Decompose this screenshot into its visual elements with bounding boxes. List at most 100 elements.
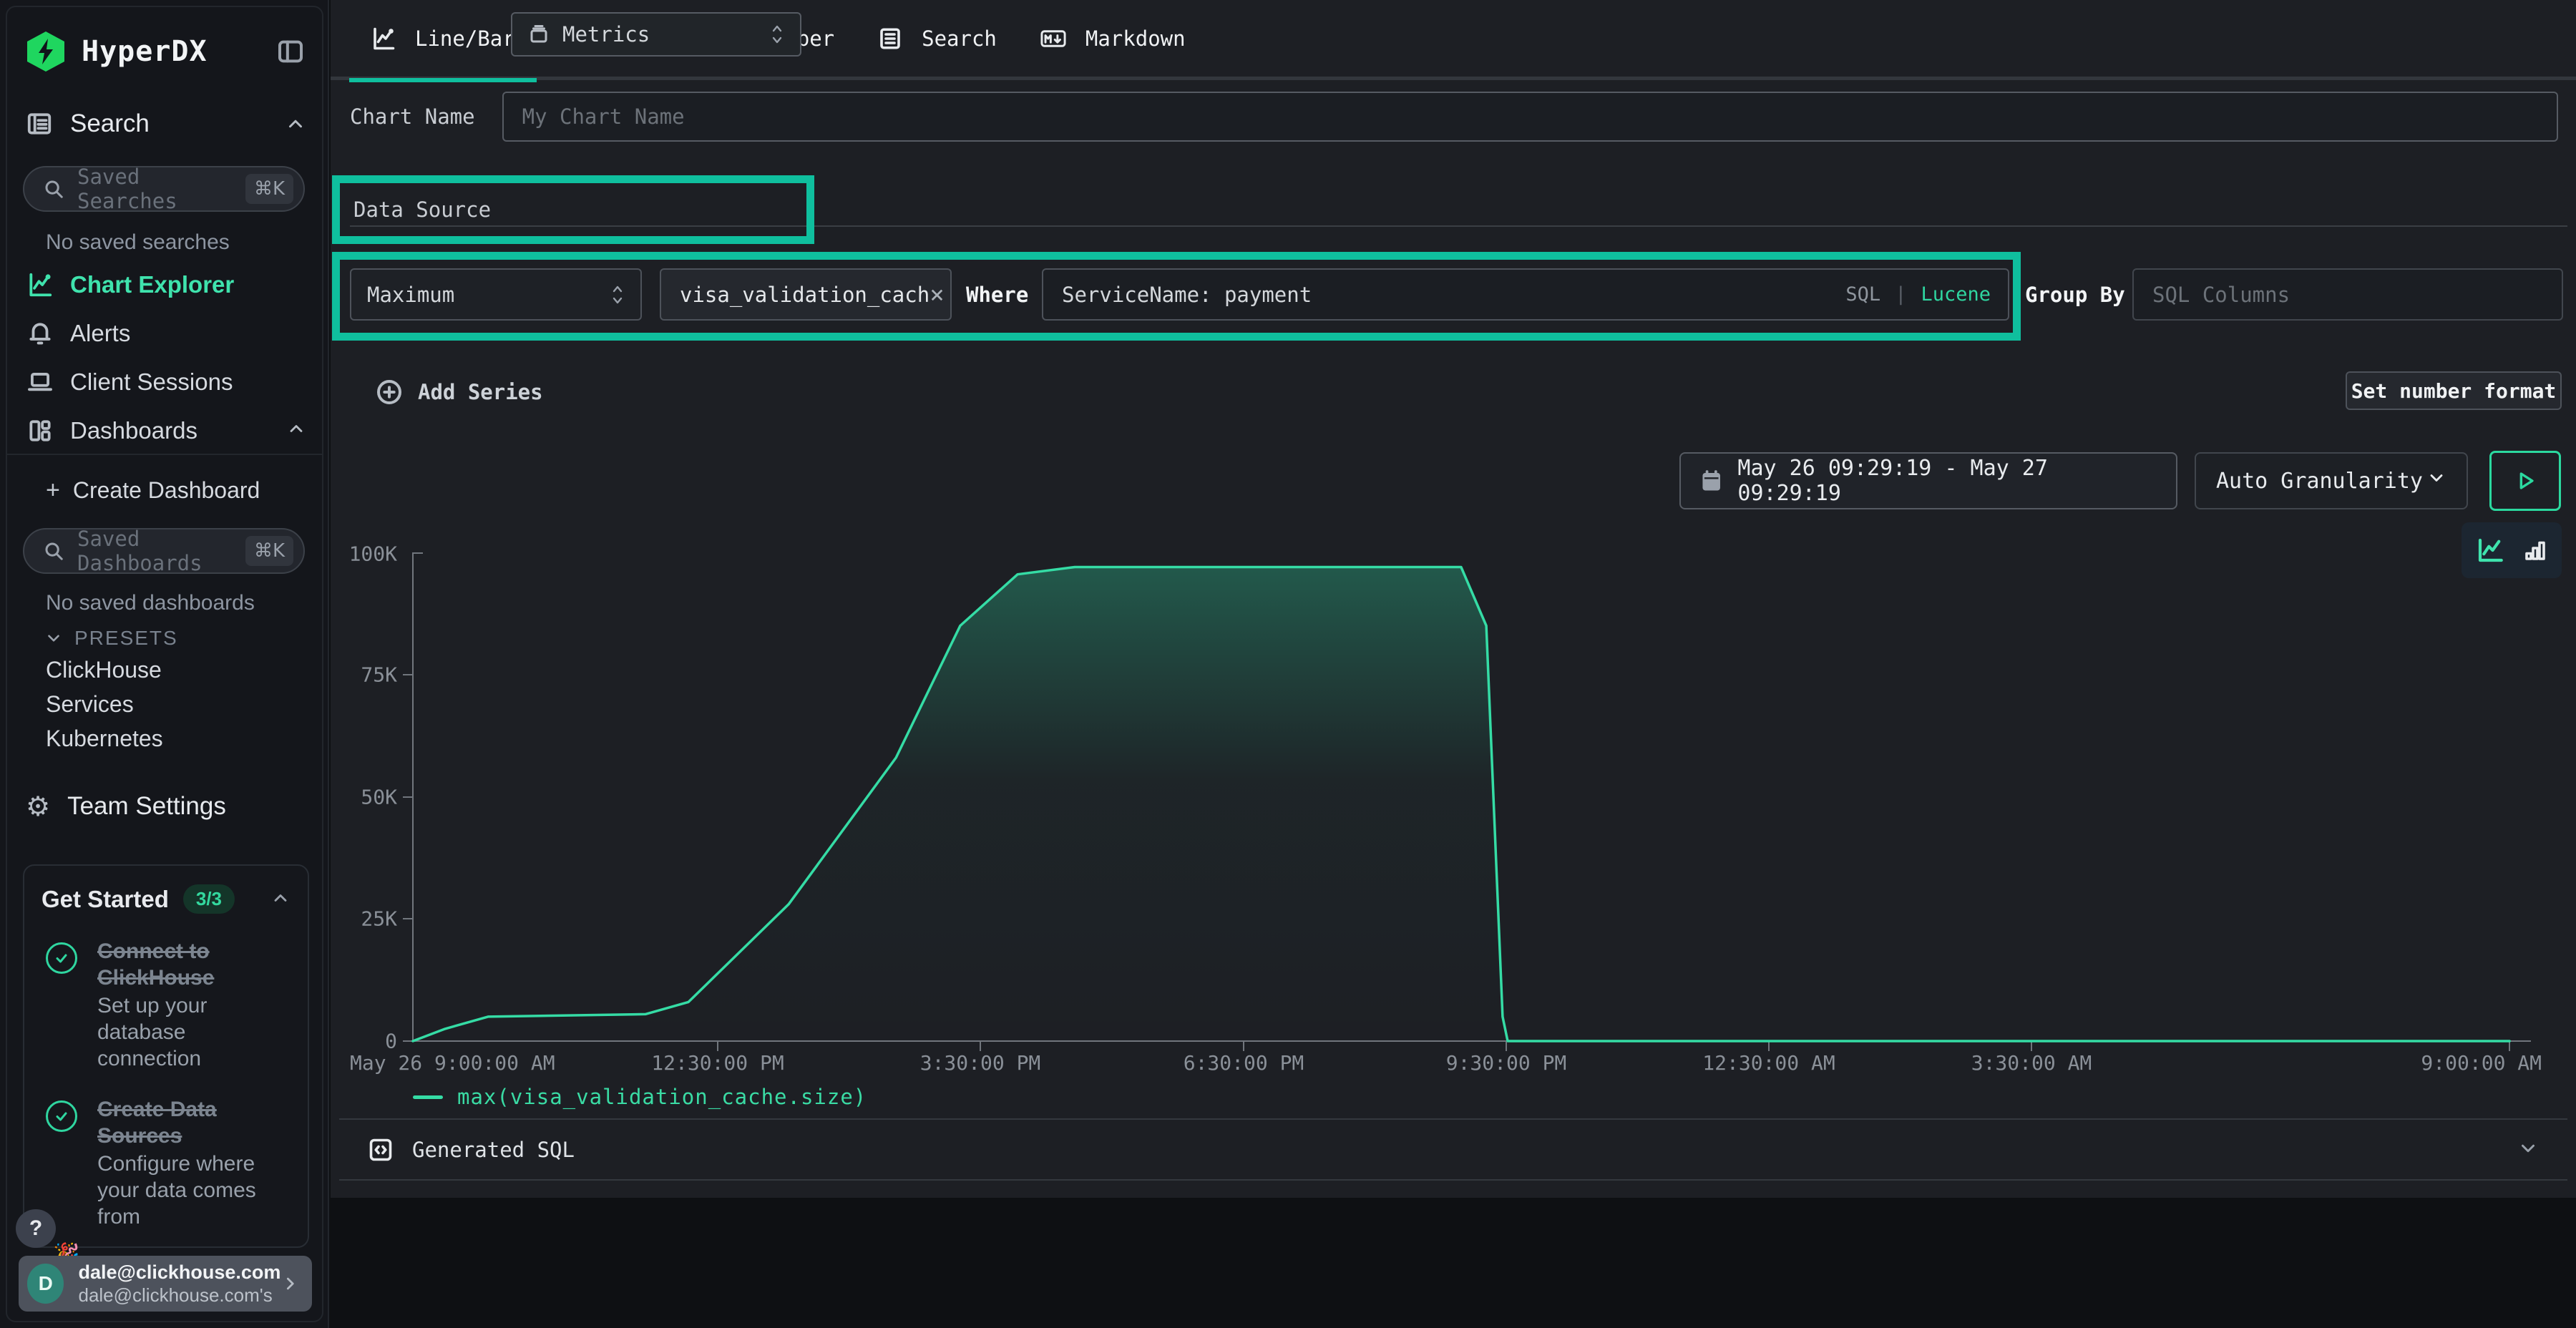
markdown-icon (1040, 25, 1067, 52)
where-label: Where (966, 268, 1028, 321)
toggle-divider: | (1895, 283, 1906, 306)
generated-sql-toggle[interactable]: Generated SQL (339, 1118, 2567, 1181)
get-started-item-connect[interactable]: Connect to ClickHouse Set up your databa… (42, 938, 291, 1072)
logo-row: HyperDX (26, 29, 306, 74)
search-section-label: Search (70, 109, 150, 138)
y-axis-tick: 75K (361, 663, 397, 687)
chevron-down-icon (2517, 1138, 2539, 1162)
check-circle-icon (46, 1100, 77, 1132)
search-icon (43, 178, 64, 200)
lucene-toggle[interactable]: Lucene (1921, 283, 1991, 306)
plus-icon: + (46, 477, 60, 504)
help-button[interactable]: ? (16, 1209, 56, 1248)
get-started-item-data-sources[interactable]: Create Data Sources Configure where your… (42, 1096, 291, 1230)
x-axis-tick: 12:30:00 PM (651, 1051, 784, 1075)
chart-name-label: Chart Name (350, 104, 475, 129)
select-updown-icon (609, 283, 626, 307)
tab-line-bar[interactable]: Line/Bar (349, 0, 537, 79)
aggregation-value: Maximum (367, 283, 454, 307)
list-document-icon (877, 26, 903, 52)
series-row: Maximum visa_validation_cach × Where Ser… (332, 252, 2021, 341)
legend-line-swatch (413, 1095, 443, 1099)
set-number-format-button[interactable]: Set number format (2346, 371, 2562, 410)
where-input[interactable]: ServiceName: payment SQL | Lucene (1042, 268, 2009, 321)
where-value: ServiceName: payment (1062, 283, 1845, 307)
metric-name: visa_validation_cach (680, 283, 930, 307)
sidebar-item-label: Client Sessions (70, 368, 233, 396)
tab-markdown[interactable]: Markdown (1018, 0, 1207, 79)
chart-svg (413, 552, 2531, 1041)
x-axis-tick: 6:30:00 PM (1184, 1051, 1304, 1075)
team-settings-label: Team Settings (67, 792, 226, 821)
get-started-panel: Get Started 3/3 Connect to ClickHouse Se… (23, 864, 309, 1248)
chart-name-input[interactable] (502, 92, 2558, 142)
close-icon[interactable]: × (930, 280, 944, 309)
sidebar-collapse-icon[interactable] (275, 36, 306, 67)
chevron-up-icon (285, 113, 306, 135)
data-source-value: Metrics (562, 22, 650, 47)
sidebar: HyperDX Search Saved Se (0, 0, 329, 1328)
search-icon (43, 540, 64, 562)
presets-toggle[interactable]: PRESETS (44, 627, 178, 650)
gear-icon: ⚙ (26, 791, 50, 822)
sidebar-preset-kubernetes[interactable]: Kubernetes (46, 726, 163, 752)
check-circle-icon (46, 942, 77, 974)
sidebar-preset-services[interactable]: Services (46, 691, 134, 718)
main-content: Line/Bar Table 123 Number Search (331, 0, 2576, 1328)
no-saved-searches-text: No saved searches (46, 230, 230, 255)
add-series-button[interactable]: Add Series (375, 374, 543, 411)
user-menu[interactable]: D dale@clickhouse.com dale@clickhouse.co… (19, 1256, 312, 1312)
group-by-label: Group By (2025, 268, 2125, 321)
run-query-button[interactable] (2489, 451, 2561, 511)
saved-searches-input[interactable]: Saved Searches ⌘K (23, 166, 305, 212)
tab-search[interactable]: Search (856, 0, 1018, 79)
granularity-value: Auto Granularity (2216, 469, 2423, 494)
hyperdx-logo-icon (26, 30, 66, 73)
create-dashboard-button[interactable]: + Create Dashboard (46, 474, 260, 507)
x-axis-tick: 3:30:00 PM (920, 1051, 1041, 1075)
sidebar-item-chart-explorer[interactable]: Chart Explorer (26, 266, 306, 303)
sidebar-item-team-settings[interactable]: ⚙ Team Settings (26, 788, 306, 824)
y-axis-tick: 25K (361, 907, 397, 931)
y-axis-tick: 50K (361, 786, 397, 809)
get-started-progress-badge: 3/3 (183, 884, 235, 914)
date-range-value: May 26 09:29:19 - May 27 09:29:19 (1737, 456, 2156, 506)
granularity-select[interactable]: Auto Granularity (2195, 452, 2468, 509)
sql-toggle[interactable]: SQL (1845, 283, 1880, 306)
saved-dashboards-placeholder: Saved Dashboards (77, 527, 245, 575)
avatar: D (27, 1264, 64, 1304)
sidebar-preset-clickhouse[interactable]: ClickHouse (46, 657, 162, 683)
group-by-input[interactable] (2132, 268, 2563, 321)
sidebar-item-client-sessions[interactable]: Client Sessions (26, 363, 306, 401)
aggregation-select[interactable]: Maximum (350, 268, 642, 321)
query-language-toggle: SQL | Lucene (1845, 283, 1991, 306)
kbd-shortcut-badge: ⌘K (245, 174, 293, 204)
x-axis-tick: 12:30:00 AM (1702, 1051, 1835, 1075)
data-source-row: Data Source (332, 175, 814, 244)
x-axis-tick: 9:00:00 AM (2421, 1051, 2542, 1075)
bell-icon (26, 320, 54, 347)
metric-chip[interactable]: visa_validation_cach × (660, 268, 952, 321)
line-chart-icon (371, 26, 396, 52)
chart-plot-area[interactable]: 100K 75K 50K 25K 0 May 26 9:00:00 AM 12:… (413, 552, 2531, 1041)
database-icon (528, 24, 550, 45)
sidebar-item-dashboards[interactable]: Dashboards (26, 412, 306, 449)
chevron-up-icon (270, 888, 291, 911)
dashboards-icon (26, 417, 54, 444)
search-section-icon (26, 110, 53, 137)
sidebar-item-label: Dashboards (70, 417, 197, 444)
date-range-input[interactable]: May 26 09:29:19 - May 27 09:29:19 (1679, 452, 2177, 509)
chart-legend[interactable]: max(visa_validation_cache.size) (413, 1085, 867, 1109)
create-dashboard-label: Create Dashboard (73, 477, 260, 504)
x-axis-tick: 9:30:00 PM (1446, 1051, 1567, 1075)
sidebar-item-alerts[interactable]: Alerts (26, 315, 306, 352)
user-subtitle: dale@clickhouse.com's (78, 1284, 280, 1307)
add-series-label: Add Series (418, 380, 543, 404)
generated-sql-label: Generated SQL (412, 1138, 575, 1162)
get-started-title: Get Started (42, 886, 169, 913)
get-started-header[interactable]: Get Started 3/3 (42, 884, 291, 914)
legend-label: max(visa_validation_cache.size) (457, 1085, 867, 1109)
saved-dashboards-input[interactable]: Saved Dashboards ⌘K (23, 528, 305, 574)
data-source-select[interactable]: Metrics (511, 12, 801, 57)
sidebar-section-search[interactable]: Search (26, 106, 306, 142)
